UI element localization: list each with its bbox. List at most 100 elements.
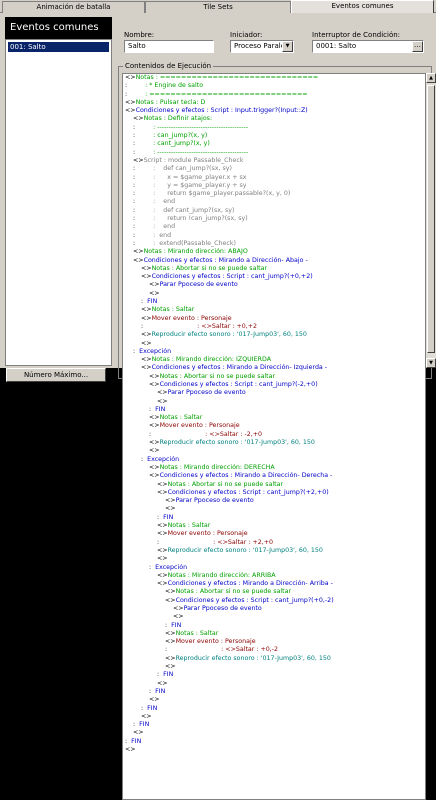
- command-line[interactable]: <>Condiciones y efectos : Script : cant_…: [123, 597, 425, 605]
- list-item-salto[interactable]: 001: Salto: [8, 42, 109, 52]
- command-line[interactable]: <>Notas : Pulsar tecla: D: [123, 99, 425, 107]
- command-line[interactable]: : Excepción: [123, 564, 425, 572]
- command-prefix: <>: [149, 281, 160, 289]
- command-line[interactable]: : : return $game_player.passable?(x, y, …: [123, 190, 425, 198]
- command-line[interactable]: <>: [123, 555, 425, 563]
- command-line[interactable]: <>Condiciones y efectos : Mirando a Dire…: [123, 257, 425, 265]
- command-line[interactable]: : FIN: [123, 406, 425, 414]
- command-line[interactable]: <>Condiciones y efectos : Script : Input…: [123, 107, 425, 115]
- command-line[interactable]: <>Notas : Definir atajos:: [123, 115, 425, 123]
- command-line[interactable]: <>Reproducir efecto sonoro : '017-Jump03…: [123, 655, 425, 663]
- trigger-select[interactable]: Proceso Paralel ▼: [230, 40, 294, 53]
- scroll-down-icon[interactable]: ▼: [426, 358, 436, 368]
- command-line[interactable]: : Excepción: [123, 348, 425, 356]
- command-line[interactable]: : : <>Saltar : +2,+0: [123, 539, 425, 547]
- command-line[interactable]: <>: [123, 746, 425, 754]
- command-line[interactable]: <>Condiciones y efectos : Script : cant_…: [123, 489, 425, 497]
- command-line[interactable]: <>: [123, 398, 425, 406]
- command-line[interactable]: <>Notas : Abortar si no se puede saltar: [123, 481, 425, 489]
- command-line[interactable]: <>Notas : Mirando dirección: IZQUIERDA: [123, 356, 425, 364]
- command-line[interactable]: <>: [123, 696, 425, 704]
- command-line[interactable]: <>: [123, 713, 425, 721]
- command-line[interactable]: <>: [123, 663, 425, 671]
- command-line[interactable]: <>Notas : Mirando dirección: ABAJO: [123, 248, 425, 256]
- command-line[interactable]: : : <>Saltar : +0,-2: [123, 646, 425, 654]
- command-line[interactable]: : : ------------------------------------…: [123, 149, 425, 157]
- command-line[interactable]: <>Mover evento : Personaje: [123, 422, 425, 430]
- command-line[interactable]: <>Condiciones y efectos : Script : cant_…: [123, 273, 425, 281]
- command-line[interactable]: : FIN: [123, 721, 425, 729]
- command-line[interactable]: <>Notas : Saltar: [123, 522, 425, 530]
- command-line[interactable]: : FIN: [123, 738, 425, 746]
- command-line[interactable]: <>Reproducir efecto sonoro : '017-Jump03…: [123, 547, 425, 555]
- command-line[interactable]: : : cant_jump?(x, y): [123, 140, 425, 148]
- switch-field[interactable]: 0001: Salto …: [312, 40, 424, 53]
- command-line[interactable]: : : return !can_jump?(sx, sy): [123, 215, 425, 223]
- command-line[interactable]: <>Notas : Abortar si no se puede saltar: [123, 265, 425, 273]
- common-events-list[interactable]: 001: Salto: [5, 39, 112, 366]
- vertical-scrollbar[interactable]: ▲ ▼: [426, 73, 436, 368]
- command-line[interactable]: <>: [123, 447, 425, 455]
- command-line[interactable]: : : ==============================: [123, 91, 425, 99]
- command-text: Notas : Saltar: [159, 414, 203, 422]
- command-line[interactable]: <>: [123, 729, 425, 737]
- chevron-down-icon[interactable]: ▼: [282, 41, 293, 52]
- tab-animacion-de-batalla[interactable]: Animación de batalla: [2, 1, 145, 13]
- name-field[interactable]: Salto: [124, 40, 214, 53]
- command-line[interactable]: <>Parar Ppoceso de evento: [123, 497, 425, 505]
- command-line[interactable]: <>Reproducir efecto sonoro : '017-Jump03…: [123, 331, 425, 339]
- command-line[interactable]: <>Mover evento : Personaje: [123, 638, 425, 646]
- command-line[interactable]: <>Notas : ==============================: [123, 74, 425, 82]
- command-line[interactable]: <>Condiciones y efectos : Mirando a Dire…: [123, 472, 425, 480]
- command-line[interactable]: : : * Engine de salto: [123, 82, 425, 90]
- command-line[interactable]: <>: [123, 613, 425, 621]
- command-line[interactable]: <>Parar Ppoceso de evento: [123, 389, 425, 397]
- command-line[interactable]: : FIN: [123, 671, 425, 679]
- command-line[interactable]: <>Notas : Mirando dirección: ARRIBA: [123, 572, 425, 580]
- command-line[interactable]: <>: [123, 290, 425, 298]
- command-line[interactable]: <>Parar Ppoceso de evento: [123, 281, 425, 289]
- command-line[interactable]: <>Condiciones y efectos : Mirando a Dire…: [123, 364, 425, 372]
- command-line[interactable]: : : ------------------------------------…: [123, 124, 425, 132]
- command-line[interactable]: : FIN: [123, 298, 425, 306]
- command-line[interactable]: <>Notas : Saltar: [123, 414, 425, 422]
- command-line[interactable]: : : end: [123, 223, 425, 231]
- command-line[interactable]: <>Mover evento : Personaje: [123, 530, 425, 538]
- command-line[interactable]: : FIN: [123, 622, 425, 630]
- command-line[interactable]: : : x = $game_player.x + sx: [123, 174, 425, 182]
- command-line[interactable]: <>Notas : Abortar si no se puede saltar: [123, 588, 425, 596]
- command-line[interactable]: <>Notas : Saltar: [123, 306, 425, 314]
- command-line[interactable]: : Excepción: [123, 456, 425, 464]
- command-line[interactable]: : : def can_jump?(sx, sy): [123, 165, 425, 173]
- scroll-up-icon[interactable]: ▲: [426, 73, 436, 83]
- scrollbar-thumb[interactable]: [427, 85, 435, 353]
- tab-tile-sets[interactable]: Tile Sets: [145, 1, 291, 13]
- command-line[interactable]: <>Parar Ppoceso de evento: [123, 605, 425, 613]
- command-line[interactable]: : FIN: [123, 705, 425, 713]
- command-line[interactable]: : : y = $game_player.y + sy: [123, 182, 425, 190]
- command-line[interactable]: : : <>Saltar : -2,+0: [123, 431, 425, 439]
- command-line[interactable]: <>: [123, 680, 425, 688]
- tab-eventos-comunes[interactable]: Eventos comunes: [291, 0, 434, 13]
- command-line[interactable]: <>Script : module Passable_Check: [123, 157, 425, 165]
- command-line[interactable]: <>Condiciones y efectos : Mirando a Dire…: [123, 580, 425, 588]
- command-line[interactable]: : : end: [123, 198, 425, 206]
- command-line[interactable]: <>Mover evento : Personaje: [123, 315, 425, 323]
- command-line[interactable]: : : def cant_jump?(sx, sy): [123, 207, 425, 215]
- command-line[interactable]: : : <>Saltar : +0,+2: [123, 323, 425, 331]
- ellipsis-icon[interactable]: …: [412, 41, 423, 52]
- command-line[interactable]: <>Notas : Abortar si no se puede saltar: [123, 373, 425, 381]
- command-line[interactable]: : FIN: [123, 514, 425, 522]
- command-line[interactable]: <>Notas : Mirando dirección: DERECHA: [123, 464, 425, 472]
- command-line[interactable]: <>Condiciones y efectos : Script : cant_…: [123, 381, 425, 389]
- command-line[interactable]: : : can_jump?(x, y): [123, 132, 425, 140]
- command-line[interactable]: <>Notas : Saltar: [123, 630, 425, 638]
- command-line[interactable]: <>Reproducir efecto sonoro : '017-Jump03…: [123, 439, 425, 447]
- command-line[interactable]: : : end: [123, 232, 425, 240]
- max-number-button[interactable]: Número Máximo...: [6, 368, 106, 382]
- event-commands-list[interactable]: <>Notas : ==============================…: [122, 73, 426, 800]
- command-line[interactable]: : FIN: [123, 688, 425, 696]
- command-line[interactable]: <>: [123, 505, 425, 513]
- command-line[interactable]: <>: [123, 340, 425, 348]
- command-line[interactable]: : : extend(Passable_Check): [123, 240, 425, 248]
